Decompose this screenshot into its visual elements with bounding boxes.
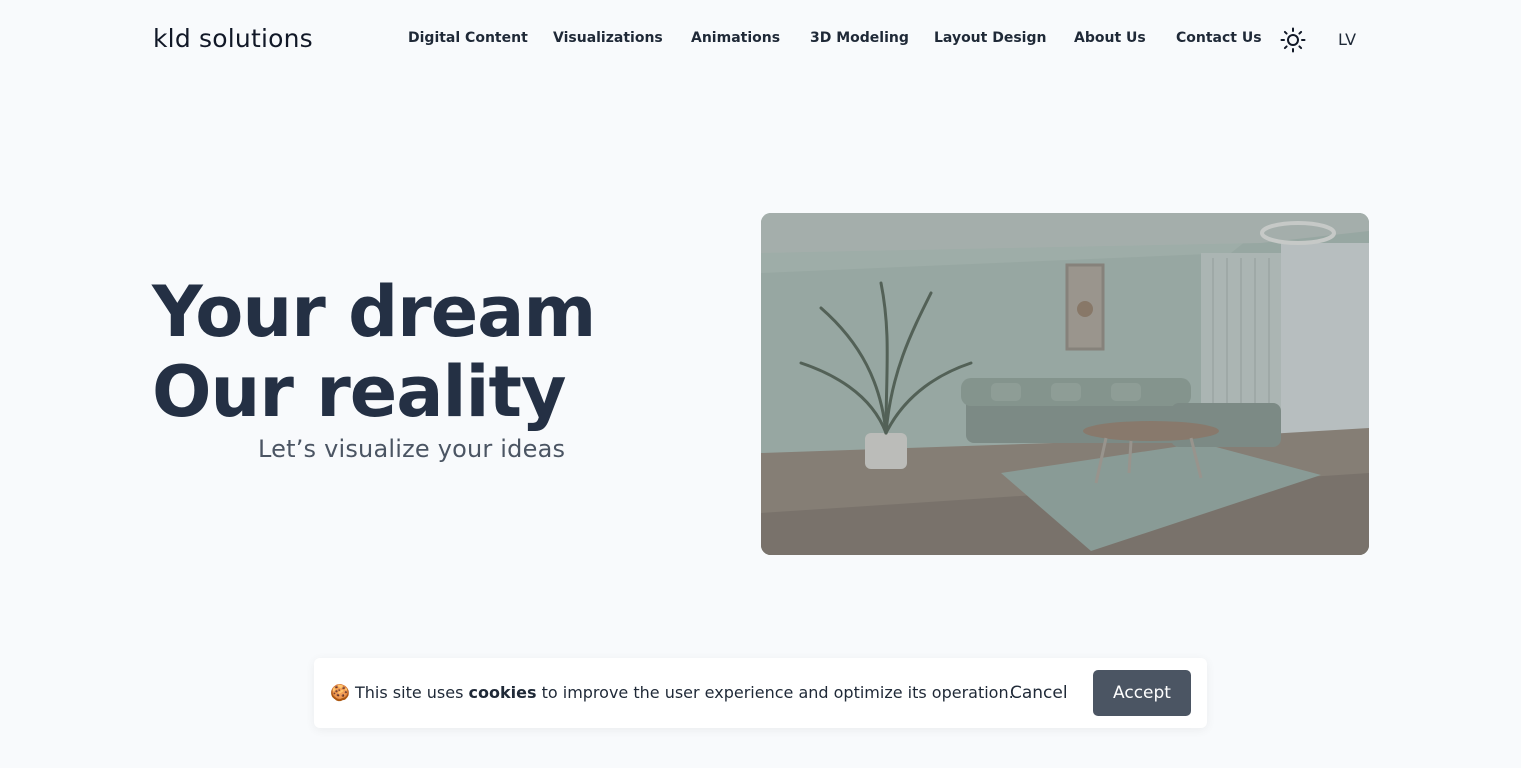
language-switcher[interactable]: LV <box>1338 30 1356 49</box>
hero-image-living-room <box>761 213 1369 555</box>
theme-toggle-button[interactable] <box>1280 27 1306 53</box>
nav-about-us[interactable]: About Us <box>1074 30 1146 46</box>
cookie-emoji-icon: 🍪 <box>330 683 350 702</box>
cookie-message: 🍪 This site uses cookies to improve the … <box>330 683 1014 702</box>
nav-digital-content[interactable]: Digital Content <box>408 30 528 46</box>
cookie-text-after: to improve the user experience and optim… <box>541 683 1014 702</box>
nav-animations[interactable]: Animations <box>691 30 780 46</box>
hero-title-line-1: Your dream <box>152 271 596 353</box>
hero-title-line-2: Our reality <box>152 351 567 433</box>
living-room-illustration <box>761 213 1369 555</box>
cookie-text-before: This site uses <box>355 683 464 702</box>
cookie-accept-button[interactable]: Accept <box>1093 670 1191 716</box>
nav-3d-modeling[interactable]: 3D Modeling <box>810 30 909 46</box>
cookie-cancel-button[interactable]: Cancel <box>1010 683 1068 703</box>
site-header: kld solutions Digital Content Visualizat… <box>0 0 1521 80</box>
hero-subtitle: Let’s visualize your ideas <box>258 435 566 463</box>
sun-icon <box>1280 27 1306 53</box>
nav-layout-design[interactable]: Layout Design <box>934 30 1046 46</box>
page: kld solutions Digital Content Visualizat… <box>0 0 1521 768</box>
hero-title: Your dream Our reality <box>152 271 596 433</box>
cookie-consent-bar: 🍪 This site uses cookies to improve the … <box>314 658 1207 728</box>
cookie-link[interactable]: cookies <box>469 683 537 702</box>
nav-contact-us[interactable]: Contact Us <box>1176 30 1262 46</box>
nav-visualizations[interactable]: Visualizations <box>553 30 663 46</box>
